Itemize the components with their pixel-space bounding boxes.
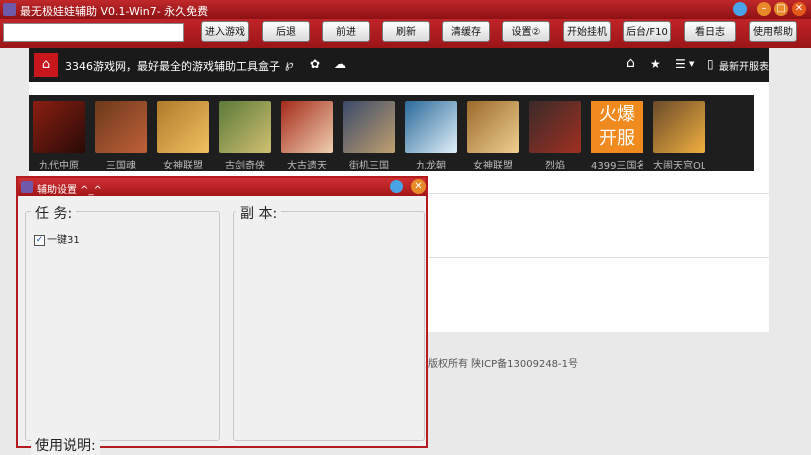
latest-servers-link[interactable]: 最新开服表 xyxy=(719,58,769,73)
game-name: 烈焰 xyxy=(545,161,565,169)
start-hangup-button[interactable]: 开始挂机 xyxy=(563,21,611,42)
mobile-icon: ▯ xyxy=(707,57,714,71)
close-button[interactable]: ✕ xyxy=(792,2,806,16)
dialog-skin-icon[interactable] xyxy=(390,180,403,193)
game-name: 大古遗天 xyxy=(287,161,327,169)
app-icon xyxy=(3,3,16,16)
maximize-button[interactable]: □ xyxy=(774,2,788,16)
enter-game-button[interactable]: 进入游戏 xyxy=(201,21,249,42)
game-name: 九龙朝 xyxy=(416,161,446,169)
dungeon-group xyxy=(233,211,425,441)
poster-text: 火爆 xyxy=(599,104,635,125)
dropdown-arrow-icon[interactable]: ▼ xyxy=(689,60,694,68)
game-tile[interactable]: 九代中原 xyxy=(33,101,85,169)
site-navbar: ⌂ 3346游戏网，最好最全的游戏辅助工具盒子 ℘ ✿ ☁ ⌂ ★ ☰ ▼ ▯ … xyxy=(29,48,769,82)
game-name: 街机三国 xyxy=(349,161,389,169)
menu-icon[interactable]: ☰ xyxy=(675,57,686,71)
address-input[interactable] xyxy=(3,23,184,42)
footer-copyright: 版权所有 陕ICP备13009248-1号 xyxy=(428,359,579,370)
game-thumbnail xyxy=(405,101,457,153)
game-name: 古剑奇侠 xyxy=(225,161,265,169)
star-icon[interactable]: ★ xyxy=(650,57,661,71)
dialog-close-button[interactable]: ✕ xyxy=(411,179,426,194)
game-tile[interactable]: 烈焰 xyxy=(529,101,581,169)
house-icon[interactable]: ⌂ xyxy=(626,55,635,71)
game-thumbnail xyxy=(281,101,333,153)
wechat-icon[interactable]: ☁ xyxy=(334,57,346,71)
game-tile[interactable]: 女神联盟 xyxy=(467,101,519,169)
back-button[interactable]: 后退 xyxy=(262,21,310,42)
toolbar: 进入游戏 后退 前进 刷新 清缓存 设置② 开始挂机 后台/F10 看日志 使用… xyxy=(0,19,811,48)
forward-button[interactable]: 前进 xyxy=(322,21,370,42)
game-tile[interactable]: 火爆 开服 4399三国名 xyxy=(591,101,643,169)
game-tile[interactable]: 街机三国 xyxy=(343,101,395,169)
game-name: 九代中原 xyxy=(39,161,79,169)
game-thumbnail: 火爆 开服 xyxy=(591,101,643,153)
settings-dialog: 辅助设置 ^_^ ✕ 任 务: ✓ 一键31 副 本: 使用说明: xyxy=(16,176,428,455)
dialog-app-icon xyxy=(21,181,33,193)
dialog-title-bar[interactable]: 辅助设置 ^_^ ✕ xyxy=(18,178,426,196)
divider xyxy=(429,257,769,258)
game-tile[interactable]: 三国魂 xyxy=(95,101,147,169)
usage-label: 使用说明: xyxy=(31,435,100,455)
game-tile[interactable]: 九龙朝 xyxy=(405,101,457,169)
refresh-button[interactable]: 刷新 xyxy=(382,21,430,42)
one-key-31-option[interactable]: ✓ 一键31 xyxy=(34,231,80,246)
settings-button[interactable]: 设置② xyxy=(502,21,550,42)
help-button[interactable]: 使用帮助 xyxy=(749,21,797,42)
game-tile[interactable]: 大古遗天 xyxy=(281,101,333,169)
view-log-button[interactable]: 看日志 xyxy=(684,21,736,42)
weibo-icon[interactable]: ✿ xyxy=(310,57,320,71)
minimize-button[interactable]: – xyxy=(757,2,771,16)
clear-cache-button[interactable]: 清缓存 xyxy=(442,21,490,42)
game-name: 三国魂 xyxy=(106,161,136,169)
background-f10-button[interactable]: 后台/F10 xyxy=(623,21,671,42)
game-tile[interactable]: 女神联盟 xyxy=(157,101,209,169)
game-thumbnail xyxy=(157,101,209,153)
game-thumbnail xyxy=(219,101,271,153)
game-name: 女神联盟 xyxy=(163,161,203,169)
dialog-title: 辅助设置 ^_^ xyxy=(37,185,102,196)
title-bar: 最无极娃娃辅助 V0.1-Win7- 永久免费 – □ ✕ xyxy=(0,0,811,19)
game-name: 女神联盟 xyxy=(473,161,513,169)
game-tile[interactable]: 大闹天宫OL xyxy=(653,101,705,169)
home-icon[interactable]: ⌂ xyxy=(34,53,58,77)
game-thumbnail xyxy=(343,101,395,153)
dungeon-label: 副 本: xyxy=(236,203,282,223)
site-title[interactable]: 3346游戏网，最好最全的游戏辅助工具盒子 xyxy=(65,58,280,74)
game-name: 4399三国名 xyxy=(591,161,643,169)
task-label: 任 务: xyxy=(31,203,77,223)
poster-text: 开服 xyxy=(599,128,635,149)
game-thumbnail xyxy=(529,101,581,153)
game-tile[interactable]: 古剑奇侠 xyxy=(219,101,271,169)
divider xyxy=(429,193,769,194)
window-title: 最无极娃娃辅助 V0.1-Win7- 永久免费 xyxy=(20,5,209,18)
game-name: 大闹天宫OL xyxy=(653,161,705,169)
checkbox-label: 一键31 xyxy=(47,235,80,246)
game-thumbnail xyxy=(95,101,147,153)
skin-icon[interactable] xyxy=(733,2,747,16)
p-icon[interactable]: ℘ xyxy=(285,57,293,71)
game-thumbnail xyxy=(467,101,519,153)
game-thumbnail xyxy=(653,101,705,153)
one-key-31-checkbox[interactable]: ✓ xyxy=(34,234,45,246)
game-thumbnail xyxy=(33,101,85,153)
game-strip: 九代中原 三国魂 女神联盟 古剑奇侠 大古遗天 街机三国 九龙朝 女神联盟 烈焰… xyxy=(29,95,754,171)
